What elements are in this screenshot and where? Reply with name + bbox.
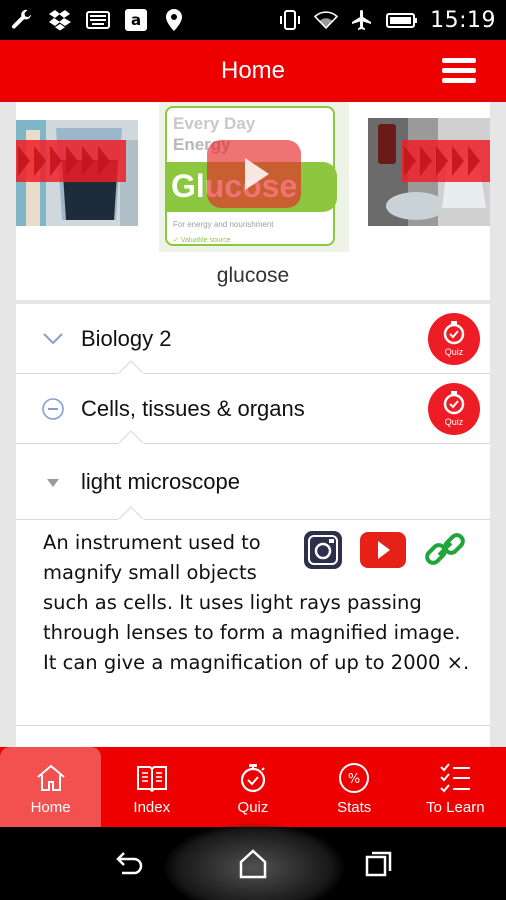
carousel-caption: glucose bbox=[216, 264, 290, 287]
recent-apps-icon[interactable] bbox=[362, 847, 396, 881]
video-play-icon[interactable] bbox=[207, 140, 301, 208]
link-icon[interactable] bbox=[422, 528, 468, 572]
quiz-label: Quiz bbox=[444, 347, 464, 357]
wrench-icon bbox=[11, 9, 32, 29]
battery-icon bbox=[386, 13, 418, 28]
svg-text:a: a bbox=[131, 11, 141, 29]
stopwatch-icon bbox=[443, 391, 465, 415]
chevron-down-icon[interactable] bbox=[42, 328, 64, 350]
svg-text:%: % bbox=[348, 772, 360, 787]
accordion-label: Cells, tissues & organs bbox=[81, 396, 305, 421]
airplane-icon bbox=[352, 10, 372, 30]
accordion-row-biology-2[interactable]: Biology 2 Quiz bbox=[16, 304, 490, 374]
next-accordion-row[interactable] bbox=[16, 726, 490, 747]
book-icon bbox=[136, 766, 167, 793]
stopwatch-icon bbox=[443, 321, 465, 345]
app-bar: Home bbox=[0, 40, 506, 102]
nav-stats[interactable]: % Stats bbox=[304, 747, 405, 827]
term-definition-panel: An instrument used to magnify small obje… bbox=[16, 520, 490, 726]
accordion-row-light-microscope[interactable]: light microscope bbox=[16, 444, 490, 520]
nav-label: Stats bbox=[337, 799, 372, 816]
dropbox-icon bbox=[49, 10, 71, 31]
carousel-next-arrows[interactable] bbox=[402, 140, 490, 182]
system-navigation-bar bbox=[0, 823, 506, 900]
back-icon[interactable] bbox=[112, 847, 146, 881]
home-icon[interactable] bbox=[236, 847, 270, 881]
pointer-notch bbox=[118, 430, 144, 444]
accordion-row-cells-tissues-organs[interactable]: Cells, tissues & organs Quiz bbox=[16, 374, 490, 444]
percent-icon: % bbox=[339, 763, 370, 793]
nav-index[interactable]: Index bbox=[101, 747, 202, 827]
location-icon bbox=[166, 9, 182, 31]
main-content: Every Day Energy Glucose For energy and … bbox=[0, 102, 506, 747]
quiz-button[interactable]: Quiz bbox=[428, 383, 480, 435]
wifi-icon bbox=[314, 11, 339, 30]
image-text-line5: ✓ Valuable source bbox=[173, 237, 231, 244]
carousel-thumbnail-center[interactable]: Every Day Energy Glucose For energy and … bbox=[159, 102, 349, 252]
triangle-down-icon[interactable] bbox=[42, 471, 64, 493]
carousel-prev-arrows[interactable] bbox=[16, 140, 126, 182]
home-icon bbox=[36, 764, 65, 791]
nav-label: Home bbox=[30, 799, 71, 816]
status-bar: a 15:19 bbox=[0, 0, 506, 40]
stopwatch-icon bbox=[240, 764, 266, 793]
vibrate-icon bbox=[280, 10, 301, 30]
nav-label: Index bbox=[133, 799, 171, 816]
checklist-icon bbox=[440, 763, 471, 793]
bottom-navigation: Home Index Quiz % Stats To Learn bbox=[0, 747, 506, 827]
nav-label: To Learn bbox=[426, 799, 485, 816]
term-label: light microscope bbox=[81, 469, 240, 494]
image-carousel[interactable]: Every Day Energy Glucose For energy and … bbox=[16, 102, 490, 300]
nav-home[interactable]: Home bbox=[0, 747, 102, 827]
quiz-label: Quiz bbox=[444, 417, 464, 427]
image-text-line1: Every Day bbox=[173, 114, 256, 133]
pointer-notch bbox=[118, 506, 144, 520]
hamburger-menu-icon[interactable] bbox=[442, 58, 476, 84]
keyboard-icon bbox=[86, 11, 110, 29]
quiz-button[interactable]: Quiz bbox=[428, 313, 480, 365]
nav-to-learn[interactable]: To Learn bbox=[405, 747, 506, 827]
amazon-icon: a bbox=[125, 9, 147, 31]
youtube-icon[interactable] bbox=[360, 528, 406, 572]
nav-label: Quiz bbox=[237, 799, 269, 816]
page-title: Home bbox=[220, 57, 286, 84]
clock: 15:19 bbox=[430, 7, 496, 33]
pointer-notch bbox=[118, 360, 144, 374]
image-text-line4: For energy and nourishment bbox=[173, 220, 274, 229]
media-links bbox=[298, 528, 478, 572]
topic-accordion: Biology 2 Quiz Cells, tissues & organs Q… bbox=[16, 304, 490, 747]
collapse-circle-icon[interactable] bbox=[42, 398, 64, 420]
instagram-icon[interactable] bbox=[300, 528, 346, 572]
nav-quiz[interactable]: Quiz bbox=[202, 747, 303, 827]
